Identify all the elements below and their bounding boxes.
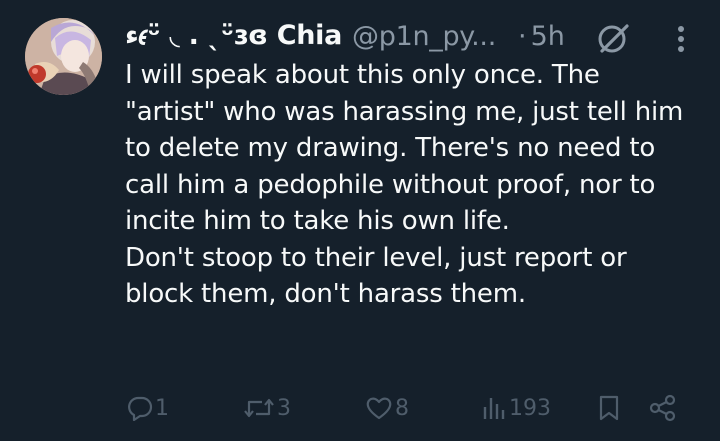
user-handle[interactable]: @p1n_py... bbox=[352, 21, 496, 52]
more-options-icon[interactable] bbox=[668, 22, 694, 56]
repost-button[interactable]: 3 bbox=[243, 388, 291, 428]
reply-icon bbox=[128, 396, 153, 421]
separator-dot: · bbox=[517, 20, 527, 52]
grok-icon[interactable] bbox=[596, 21, 630, 55]
display-name[interactable]: ء𝜖ᵕ̈ ◟ . ˎᵕ̈ɜɞ Chia bbox=[125, 20, 342, 52]
views-button[interactable]: 193 bbox=[481, 388, 551, 428]
tweet-text: I will speak about this only once. The "… bbox=[125, 57, 685, 313]
avatar-image bbox=[25, 18, 102, 95]
bookmark-button[interactable] bbox=[597, 388, 621, 428]
repost-icon bbox=[244, 398, 274, 418]
tweet-header: ء𝜖ᵕ̈ ◟ . ˎᵕ̈ɜɞ Chia @p1n_py... · 5h bbox=[125, 14, 565, 58]
like-count: 8 bbox=[395, 395, 409, 421]
like-button[interactable]: 8 bbox=[365, 388, 409, 428]
tweet-text-paragraph: Don't stoop to their level, just report … bbox=[125, 242, 627, 310]
share-icon bbox=[649, 394, 676, 422]
views-count: 193 bbox=[509, 395, 551, 421]
tweet: ء𝜖ᵕ̈ ◟ . ˎᵕ̈ɜɞ Chia @p1n_py... · 5h I wi… bbox=[0, 0, 720, 441]
views-icon bbox=[483, 398, 505, 419]
share-button[interactable] bbox=[649, 388, 677, 428]
repost-count: 3 bbox=[277, 395, 291, 421]
tweet-text-paragraph: I will speak about this only once. The "… bbox=[125, 60, 684, 236]
reply-count: 1 bbox=[155, 395, 169, 421]
reply-button[interactable]: 1 bbox=[127, 388, 169, 428]
bookmark-icon bbox=[599, 395, 619, 421]
heart-icon bbox=[366, 397, 392, 420]
avatar[interactable] bbox=[25, 18, 102, 95]
action-bar: 1 3 8 193 bbox=[125, 388, 695, 428]
timestamp[interactable]: 5h bbox=[531, 21, 565, 52]
